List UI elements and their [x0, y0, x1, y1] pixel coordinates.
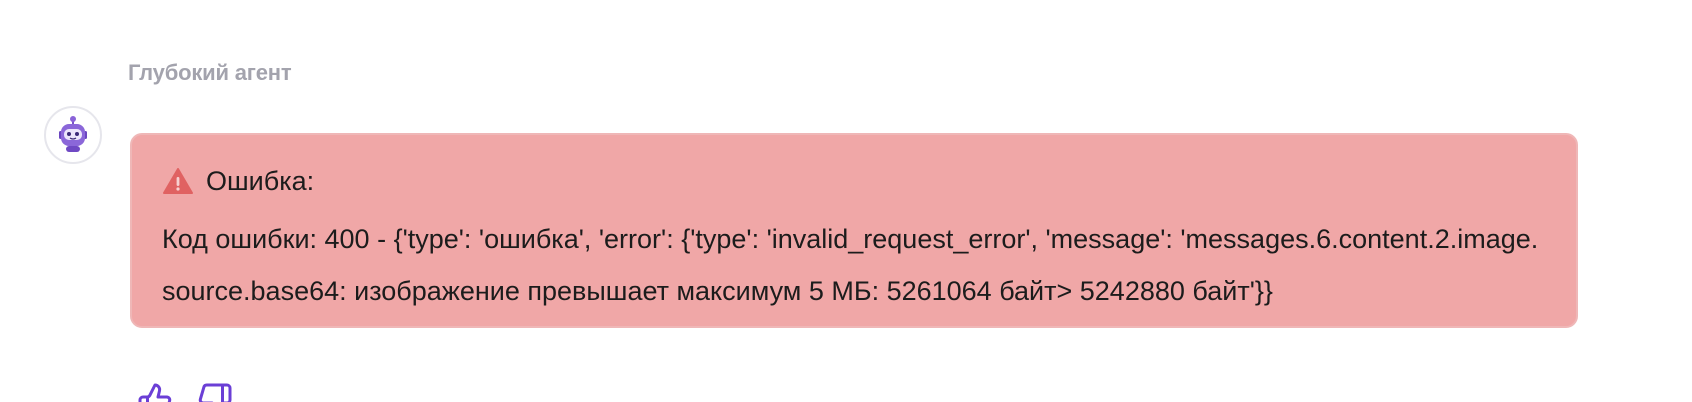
agent-name: Глубокий агент	[128, 60, 292, 85]
agent-avatar	[44, 106, 102, 164]
error-header: Ошибка:	[162, 163, 1546, 199]
error-message-card: Ошибка: Код ошибки: 400 - {'type': 'ошиб…	[130, 133, 1578, 328]
like-button[interactable]	[136, 382, 174, 402]
error-title: Ошибка:	[206, 165, 315, 196]
thumbs-down-icon	[198, 383, 232, 402]
chat-page: Глубокий агент Ошибка: Код ошибки: 400 -…	[0, 0, 1692, 402]
robot-icon	[59, 116, 87, 152]
error-text: Код ошибки: 400 - {'type': 'ошибка', 'er…	[162, 224, 1539, 306]
thumbs-up-icon	[138, 383, 172, 402]
dislike-button[interactable]	[196, 382, 234, 402]
feedback-bar	[136, 382, 234, 402]
warning-icon	[163, 168, 193, 194]
